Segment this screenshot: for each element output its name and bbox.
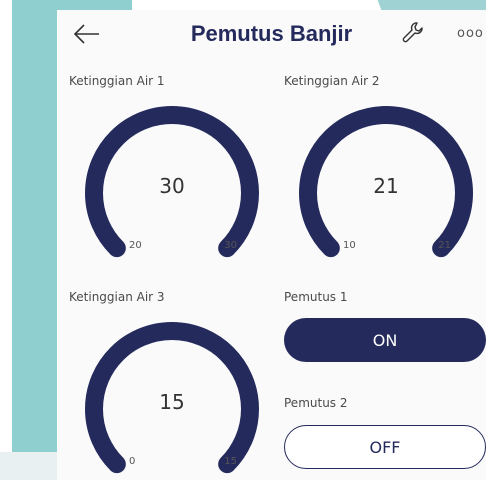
- switch-1-on-button[interactable]: ON: [284, 318, 486, 362]
- gauge-1-min: 20: [129, 240, 142, 251]
- gauge-1: 30 20 30: [77, 98, 267, 288]
- gauge-1-max: 30: [224, 240, 237, 251]
- app-header: Pemutus Banjir ooo: [57, 10, 486, 58]
- gauge-3-value: 15: [159, 390, 185, 414]
- gauge-1-label: Ketinggian Air 1: [69, 74, 165, 88]
- gauge-3-min: 0: [129, 456, 136, 467]
- gauge-2-value: 21: [373, 174, 399, 198]
- switch-1-label: Pemutus 1: [284, 290, 348, 304]
- gauge-3-max: 15: [224, 456, 237, 467]
- gauge-2-max: 21: [438, 240, 451, 251]
- gauge-2: 21 10 21: [291, 98, 481, 288]
- more-dots-icon[interactable]: ooo: [457, 26, 484, 41]
- gauge-1-value: 30: [159, 174, 185, 198]
- gauge-3: 15 0 15: [77, 314, 267, 480]
- gauge-2-label: Ketinggian Air 2: [284, 74, 380, 88]
- app-screen: Pemutus Banjir ooo Ketinggian Air 1 30 2…: [57, 10, 486, 480]
- gauge-2-min: 10: [343, 240, 356, 251]
- switch-2-label: Pemutus 2: [284, 396, 348, 410]
- gauge-3-label: Ketinggian Air 3: [69, 290, 165, 304]
- wrench-icon[interactable]: [400, 20, 426, 46]
- switch-2-off-button[interactable]: OFF: [284, 425, 486, 469]
